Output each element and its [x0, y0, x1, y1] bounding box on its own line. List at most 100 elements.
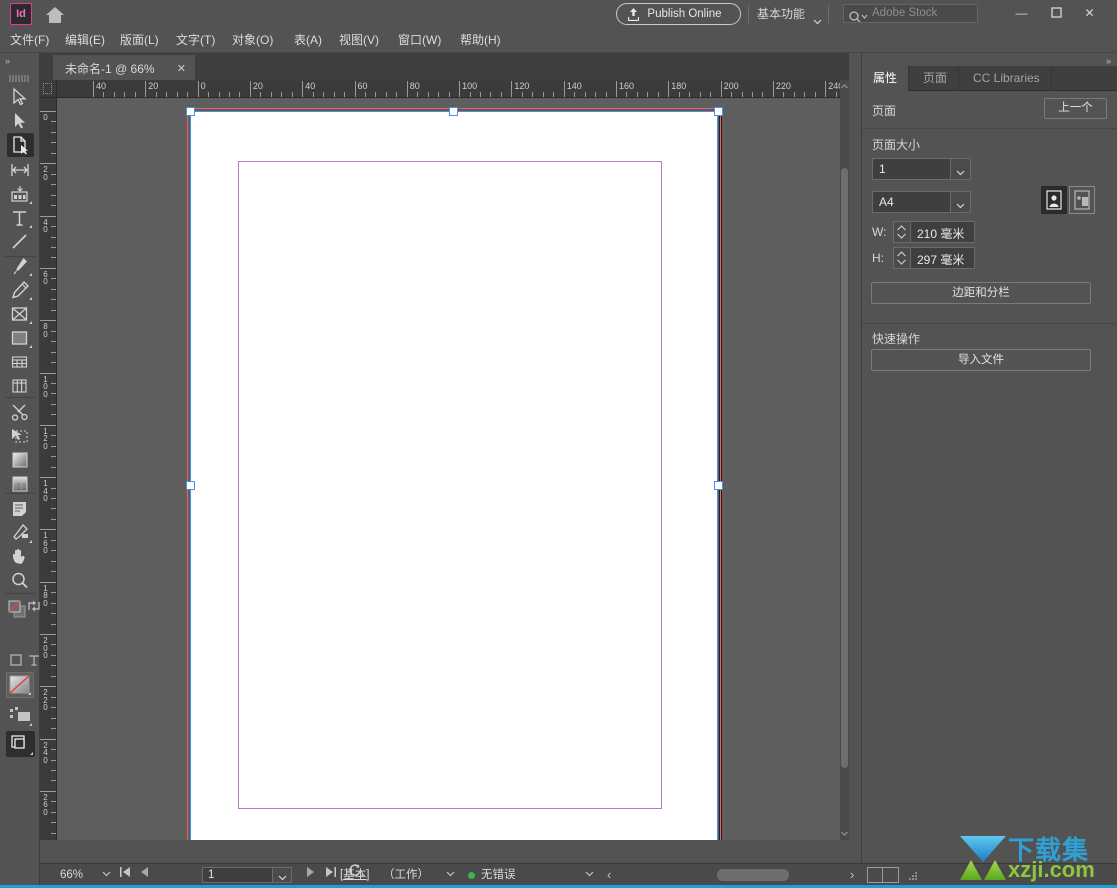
menu-file[interactable]: 文件(F): [4, 28, 55, 53]
gap-tool[interactable]: [7, 158, 34, 182]
chevron-double-right-icon[interactable]: »: [1106, 56, 1111, 66]
workspace-switcher[interactable]: 基本功能: [757, 4, 822, 25]
portrait-orientation-icon[interactable]: [1041, 186, 1067, 214]
ruler-tick-minor: [218, 92, 220, 97]
ruler-tick-minor: [124, 92, 126, 97]
pencil-tool[interactable]: [7, 278, 34, 302]
apply-gradient-icon[interactable]: [6, 672, 34, 698]
menu-type[interactable]: 文字(T): [170, 28, 221, 53]
height-field[interactable]: 297 毫米: [910, 247, 975, 269]
margins-columns-button[interactable]: 边距和分栏: [871, 282, 1091, 304]
scroll-up-icon[interactable]: [841, 82, 848, 91]
vertical-ruler[interactable]: 020406080100120140160180200220240260280: [40, 98, 57, 840]
publish-online-button[interactable]: Publish Online: [616, 3, 741, 25]
width-stepper[interactable]: [893, 221, 910, 243]
minimize-button[interactable]: —: [1004, 0, 1039, 27]
gradient-swatch-tool[interactable]: [7, 424, 34, 448]
frame-tool[interactable]: [7, 302, 34, 326]
chevron-double-right-icon[interactable]: »: [5, 56, 10, 66]
width-field[interactable]: 210 毫米: [910, 221, 975, 243]
previous-button[interactable]: 上一个: [1044, 98, 1107, 119]
ruler-tick-minor: [51, 498, 56, 500]
handle-top-right[interactable]: [714, 107, 723, 116]
zoom-dropdown[interactable]: [102, 864, 111, 886]
rectangle-tool[interactable]: [7, 326, 34, 350]
scroll-down-icon[interactable]: [841, 829, 848, 838]
handle-middle-left[interactable]: [186, 481, 195, 490]
menu-window[interactable]: 窗口(W): [392, 28, 447, 53]
page-preset-field[interactable]: A4: [872, 191, 971, 213]
ruler-origin[interactable]: [40, 80, 57, 98]
handle-top-left[interactable]: [186, 107, 195, 116]
adobe-stock-search[interactable]: Adobe Stock: [843, 4, 978, 23]
direct-selection-tool[interactable]: [7, 109, 34, 133]
page-count-field[interactable]: 1: [872, 158, 971, 180]
toolbar-grip[interactable]: [9, 69, 31, 82]
height-stepper[interactable]: [893, 247, 910, 269]
page-count-dropdown[interactable]: [950, 159, 970, 179]
scroll-thumb-horizontal[interactable]: [717, 869, 789, 881]
screen-mode-icon[interactable]: [6, 731, 35, 757]
quick-actions-header: 快速操作: [872, 332, 921, 346]
ruler-label: 240: [43, 740, 48, 765]
landscape-orientation-icon[interactable]: [1069, 186, 1095, 214]
zoom-value[interactable]: 66%: [60, 864, 83, 886]
menu-view[interactable]: 视图(V): [333, 28, 385, 53]
handle-top-center[interactable]: [449, 107, 458, 116]
tab-cc-libraries[interactable]: CC Libraries: [962, 66, 1052, 91]
canvas-vertical-scrollbar[interactable]: [840, 80, 849, 840]
page-preset-dropdown[interactable]: [950, 192, 970, 212]
ruler-label: 0: [43, 113, 48, 122]
error-status-dropdown[interactable]: [585, 864, 594, 886]
ruler-tick-major: [772, 81, 774, 97]
previous-page-icon[interactable]: [141, 864, 149, 886]
document-canvas[interactable]: [57, 98, 840, 840]
free-transform-tool[interactable]: [7, 350, 34, 374]
preview-mode-icon[interactable]: [6, 704, 34, 728]
close-button[interactable]: ✕: [1072, 0, 1107, 27]
menu-layout[interactable]: 版面(L): [114, 28, 165, 53]
master-dropdown[interactable]: [446, 864, 455, 886]
canvas-horizontal-scrollbar[interactable]: [662, 867, 862, 883]
menu-object[interactable]: 对象(O): [226, 28, 279, 53]
note-tool[interactable]: [7, 497, 34, 521]
maximize-button[interactable]: [1039, 0, 1074, 27]
master-page-label[interactable]: [基本]: [340, 864, 369, 886]
import-file-button[interactable]: 导入文件: [871, 349, 1091, 371]
scroll-left-arrow[interactable]: ‹: [607, 864, 611, 886]
tab-properties[interactable]: 属性: [862, 66, 910, 91]
selection-tool[interactable]: [7, 85, 34, 109]
zoom-tool[interactable]: [7, 569, 34, 593]
spread-view-icon[interactable]: [867, 867, 899, 883]
handle-middle-right[interactable]: [714, 481, 723, 490]
line-tool[interactable]: [7, 230, 34, 254]
last-page-icon[interactable]: [325, 864, 336, 886]
type-tool[interactable]: [7, 206, 34, 230]
scroll-thumb-vertical[interactable]: [841, 168, 848, 768]
tab-pages[interactable]: 页面: [912, 66, 960, 91]
menu-help[interactable]: 帮助(H): [454, 28, 507, 53]
page-tool[interactable]: [7, 133, 34, 157]
pen-tool[interactable]: [7, 254, 34, 278]
page-number-field[interactable]: 1: [202, 867, 292, 883]
scissors-tool[interactable]: [7, 400, 34, 424]
menu-edit[interactable]: 编辑(E): [59, 28, 111, 53]
ruler-tick-major: [40, 372, 56, 374]
scroll-right-arrow[interactable]: ›: [850, 864, 854, 886]
close-icon[interactable]: ✕: [177, 57, 186, 82]
content-collector-tool[interactable]: [7, 182, 34, 206]
eyedropper-tool[interactable]: [7, 521, 34, 545]
hand-tool[interactable]: [7, 545, 34, 569]
page-number-dropdown[interactable]: [272, 868, 291, 882]
horizontal-ruler[interactable]: 4020020406080100120140160180200220240: [57, 80, 840, 98]
home-icon[interactable]: [44, 5, 66, 25]
first-page-icon[interactable]: [120, 864, 131, 886]
next-page-icon[interactable]: [306, 864, 314, 886]
ruler-tick-major: [40, 477, 56, 479]
menu-table[interactable]: 表(A): [288, 28, 328, 53]
document-tab[interactable]: 未命名-1 @ 66% ✕: [53, 55, 195, 80]
swap-fill-stroke-icon[interactable]: [24, 597, 40, 621]
gradient-tool[interactable]: [7, 448, 34, 472]
work-label[interactable]: （工作）: [383, 864, 429, 886]
scale-tool[interactable]: [7, 374, 34, 398]
